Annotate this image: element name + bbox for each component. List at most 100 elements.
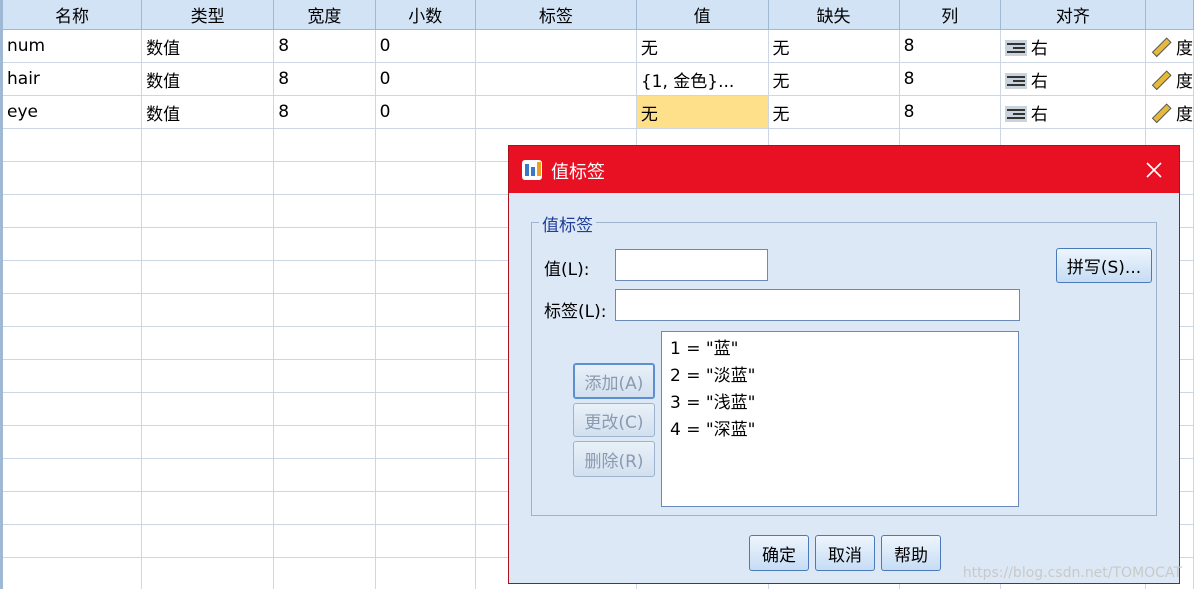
empty-cell[interactable]: [273, 293, 376, 327]
empty-cell[interactable]: [273, 161, 376, 195]
empty-cell[interactable]: [0, 425, 143, 459]
empty-cell[interactable]: [141, 458, 275, 492]
change-button[interactable]: 更改(C): [573, 403, 655, 437]
cell-values[interactable]: 无: [635, 29, 769, 63]
cell-columns[interactable]: 8: [898, 95, 1001, 129]
column-header-columns[interactable]: 列: [898, 0, 1001, 30]
empty-cell[interactable]: [141, 557, 275, 589]
cell-columns[interactable]: 8: [898, 29, 1001, 63]
empty-cell[interactable]: [273, 227, 376, 261]
list-item[interactable]: 4 = "深蓝": [662, 417, 1018, 444]
empty-cell[interactable]: [374, 557, 477, 589]
ok-button[interactable]: 确定: [749, 535, 809, 571]
empty-cell[interactable]: [0, 359, 143, 393]
column-header-type[interactable]: 类型: [141, 0, 275, 30]
empty-cell[interactable]: [141, 326, 275, 360]
cell-missing[interactable]: 无: [767, 95, 900, 129]
close-button[interactable]: [1129, 146, 1179, 193]
cell-align[interactable]: 右: [999, 62, 1146, 96]
label-input[interactable]: [615, 289, 1020, 321]
cell-measure[interactable]: 度: [1144, 95, 1194, 129]
cell-align[interactable]: 右: [999, 29, 1146, 63]
dialog-titlebar[interactable]: 值标签: [509, 146, 1179, 193]
empty-cell[interactable]: [0, 392, 143, 426]
empty-cell[interactable]: [0, 458, 143, 492]
cell-columns[interactable]: 8: [898, 62, 1001, 96]
column-header-label[interactable]: 标签: [475, 0, 637, 30]
empty-cell[interactable]: [374, 260, 477, 294]
cell-label[interactable]: [475, 62, 637, 96]
column-header-decimals[interactable]: 小数: [374, 0, 477, 30]
column-header-align[interactable]: 对齐: [999, 0, 1146, 30]
empty-cell[interactable]: [141, 161, 275, 195]
column-header-values[interactable]: 值: [635, 0, 769, 30]
column-header-name[interactable]: 名称: [0, 0, 143, 30]
spell-button[interactable]: 拼写(S)...: [1056, 248, 1152, 283]
cell-width[interactable]: 8: [273, 62, 376, 96]
empty-cell[interactable]: [141, 359, 275, 393]
empty-cell[interactable]: [0, 557, 143, 589]
empty-cell[interactable]: [374, 425, 477, 459]
cell-decimals[interactable]: 0: [374, 95, 477, 129]
delete-button[interactable]: 删除(R): [573, 441, 655, 477]
cell-label[interactable]: [475, 29, 637, 63]
cell-measure[interactable]: 度: [1144, 62, 1194, 96]
empty-cell[interactable]: [141, 194, 275, 228]
empty-cell[interactable]: [374, 128, 477, 162]
table-row[interactable]: hair 数值 8 0 {1, 金色}... 无 8 右 度: [0, 62, 1194, 96]
list-item[interactable]: 3 = "浅蓝": [662, 390, 1018, 417]
empty-cell[interactable]: [273, 194, 376, 228]
empty-cell[interactable]: [0, 227, 143, 261]
cell-name[interactable]: eye: [0, 95, 143, 129]
value-label-list[interactable]: 1 = "蓝" 2 = "淡蓝" 3 = "浅蓝" 4 = "深蓝": [661, 331, 1019, 507]
empty-cell[interactable]: [374, 458, 477, 492]
empty-cell[interactable]: [141, 293, 275, 327]
empty-cell[interactable]: [374, 359, 477, 393]
empty-cell[interactable]: [273, 326, 376, 360]
empty-cell[interactable]: [141, 524, 275, 558]
cell-type[interactable]: 数值: [141, 62, 275, 96]
empty-cell[interactable]: [374, 161, 477, 195]
help-button[interactable]: 帮助: [881, 535, 941, 571]
empty-cell[interactable]: [141, 392, 275, 426]
cell-name[interactable]: num: [0, 29, 143, 63]
cell-type[interactable]: 数值: [141, 95, 275, 129]
empty-cell[interactable]: [0, 161, 143, 195]
empty-cell[interactable]: [0, 326, 143, 360]
cell-type[interactable]: 数值: [141, 29, 275, 63]
cell-missing[interactable]: 无: [767, 29, 900, 63]
column-header-width[interactable]: 宽度: [273, 0, 376, 30]
list-item[interactable]: 1 = "蓝": [662, 336, 1018, 363]
empty-cell[interactable]: [0, 293, 143, 327]
value-input[interactable]: [615, 249, 768, 281]
empty-cell[interactable]: [374, 326, 477, 360]
column-header-missing[interactable]: 缺失: [767, 0, 900, 30]
list-item[interactable]: 2 = "淡蓝": [662, 363, 1018, 390]
empty-cell[interactable]: [0, 260, 143, 294]
cell-width[interactable]: 8: [273, 29, 376, 63]
empty-cell[interactable]: [141, 128, 275, 162]
cell-width[interactable]: 8: [273, 95, 376, 129]
empty-cell[interactable]: [0, 491, 143, 525]
column-header-measure[interactable]: [1144, 0, 1194, 30]
cell-measure[interactable]: 度: [1144, 29, 1194, 63]
empty-cell[interactable]: [374, 524, 477, 558]
empty-cell[interactable]: [273, 359, 376, 393]
empty-cell[interactable]: [273, 392, 376, 426]
cell-decimals[interactable]: 0: [374, 29, 477, 63]
cell-name[interactable]: hair: [0, 62, 143, 96]
cell-values-selected[interactable]: 无: [635, 95, 769, 129]
empty-cell[interactable]: [273, 128, 376, 162]
empty-cell[interactable]: [374, 194, 477, 228]
empty-cell[interactable]: [141, 425, 275, 459]
empty-cell[interactable]: [0, 128, 143, 162]
empty-cell[interactable]: [141, 491, 275, 525]
empty-cell[interactable]: [273, 260, 376, 294]
cell-label[interactable]: [475, 95, 637, 129]
empty-cell[interactable]: [273, 491, 376, 525]
empty-cell[interactable]: [374, 491, 477, 525]
empty-cell[interactable]: [273, 557, 376, 589]
cell-values[interactable]: {1, 金色}...: [635, 62, 769, 96]
empty-cell[interactable]: [141, 260, 275, 294]
empty-cell[interactable]: [0, 194, 143, 228]
